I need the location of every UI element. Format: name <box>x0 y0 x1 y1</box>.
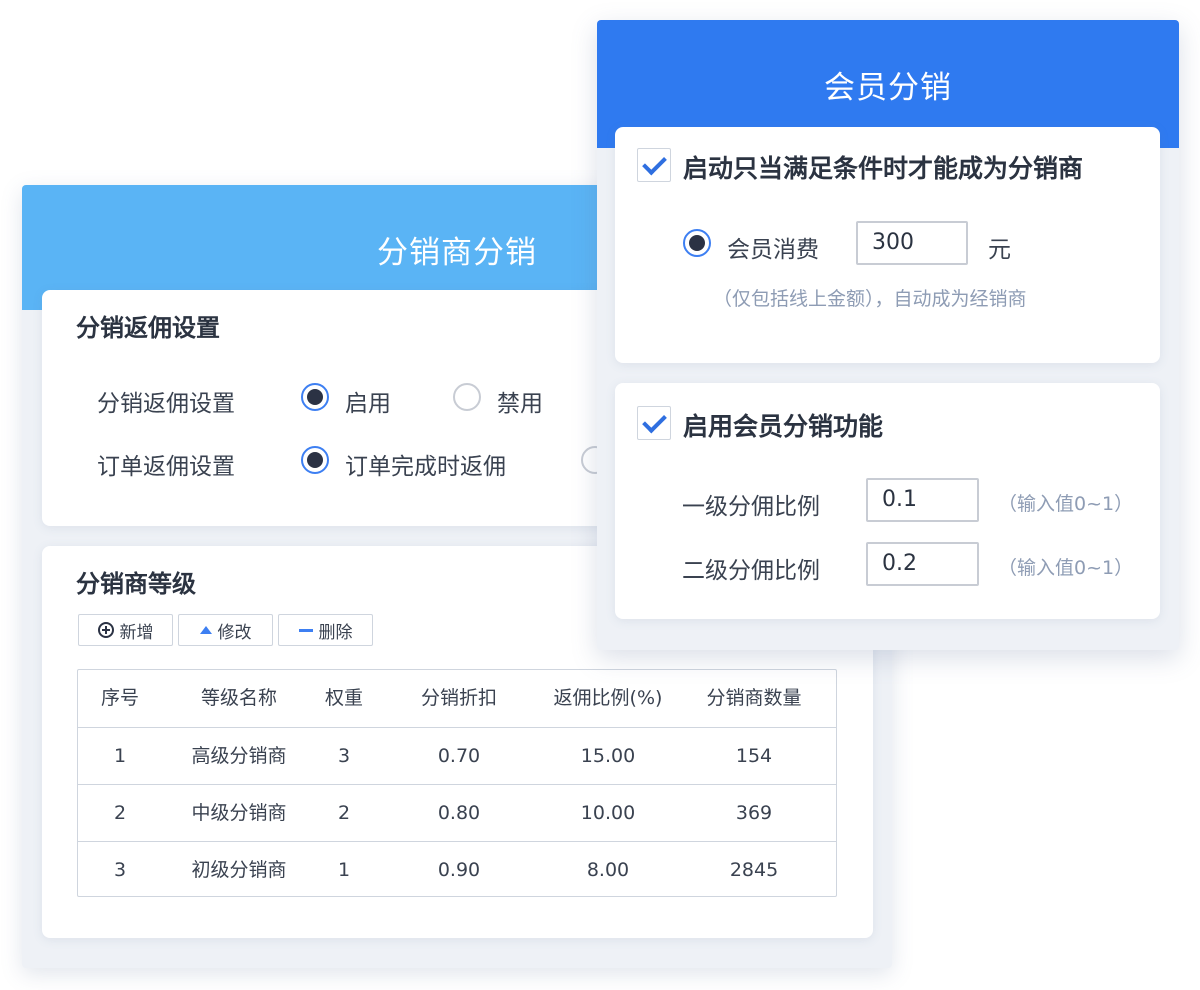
table-header-row: 序号 等级名称 权重 分销折扣 返佣比例(%) 分销商数量 <box>78 670 836 727</box>
member-spend-label[interactable]: 会员消费 <box>727 230 819 264</box>
commission-settings-title: 分销返佣设置 <box>76 314 220 342</box>
member-distribution-checkbox[interactable] <box>637 406 671 440</box>
table-cell: 154 <box>735 745 773 767</box>
table-cell: 初级分销商 <box>191 859 287 881</box>
member-panel: 会员分销 启动只当满足条件时才能成为分销商 会员消费 300 元 （仅包括线上金… <box>597 20 1179 650</box>
table-cell: 8.00 <box>586 859 630 881</box>
table-cell: 369 <box>735 802 773 824</box>
level2-ratio-input[interactable]: 0.2 <box>866 542 979 586</box>
table-cell: 1 <box>337 859 351 881</box>
delete-button[interactable]: 删除 <box>278 614 373 646</box>
member-spend-radio[interactable] <box>683 229 711 257</box>
table-cell: 2 <box>113 802 127 824</box>
column-header: 分销商数量 <box>706 687 802 709</box>
circle-plus-icon <box>97 622 114 638</box>
order-commission-label: 订单返佣设置 <box>97 454 235 480</box>
column-header: 返佣比例(%) <box>553 687 663 709</box>
table-cell: 中级分销商 <box>191 802 287 824</box>
commission-setting-label: 分销返佣设置 <box>97 391 235 417</box>
table-cell: 10.00 <box>580 802 636 824</box>
table-cell: 0.70 <box>437 745 481 767</box>
spend-amount-input[interactable]: 300 <box>856 221 968 265</box>
enable-radio[interactable] <box>301 383 329 411</box>
table-cell: 2 <box>337 802 351 824</box>
table-cell: 2845 <box>729 859 779 881</box>
column-header: 权重 <box>324 687 363 709</box>
column-header: 序号 <box>100 687 139 709</box>
delete-button-label: 删除 <box>318 622 353 643</box>
order-complete-radio[interactable] <box>301 446 329 474</box>
member-panel-title: 会员分销 <box>824 70 952 106</box>
table-row[interactable]: 3 初级分销商 1 0.90 8.00 2845 <box>78 841 836 899</box>
distributor-levels-title: 分销商等级 <box>76 570 196 598</box>
table-cell: 15.00 <box>580 745 636 767</box>
enable-radio-label[interactable]: 启用 <box>345 384 391 418</box>
condition-checkbox[interactable] <box>637 148 671 182</box>
distributor-panel-title: 分销商分销 <box>377 235 537 271</box>
distributor-levels-table: 序号 等级名称 权重 分销折扣 返佣比例(%) 分销商数量 1 高级分销商 3 … <box>77 669 837 897</box>
column-header: 等级名称 <box>200 687 277 709</box>
table-row[interactable]: 2 中级分销商 2 0.80 10.00 369 <box>78 784 836 842</box>
condition-checkbox-label[interactable]: 启动只当满足条件时才能成为分销商 <box>683 149 1083 185</box>
table-cell: 0.80 <box>437 802 481 824</box>
condition-card: 启动只当满足条件时才能成为分销商 会员消费 300 元 （仅包括线上金额），自动… <box>615 127 1160 363</box>
add-button-label: 新增 <box>119 622 154 643</box>
condition-hint: （仅包括线上金额），自动成为经销商 <box>713 288 1027 310</box>
column-header: 分销折扣 <box>420 687 497 709</box>
table-cell: 1 <box>113 745 127 767</box>
table-row[interactable]: 1 高级分销商 3 0.70 15.00 154 <box>78 727 836 785</box>
edit-button-label: 修改 <box>217 622 252 643</box>
level1-ratio-hint: （输入值0~1） <box>998 493 1134 515</box>
add-button[interactable]: 新增 <box>78 614 173 646</box>
triangle-up-icon <box>199 626 212 634</box>
level1-ratio-label: 一级分佣比例 <box>682 494 820 520</box>
table-cell: 高级分销商 <box>191 745 287 767</box>
order-complete-radio-label[interactable]: 订单完成时返佣 <box>345 447 506 481</box>
level1-ratio-input[interactable]: 0.1 <box>866 478 979 522</box>
edit-button[interactable]: 修改 <box>178 614 273 646</box>
table-cell: 3 <box>337 745 351 767</box>
minus-icon <box>298 628 313 632</box>
level2-ratio-label: 二级分佣比例 <box>682 558 820 584</box>
member-distribution-card: 启用会员分销功能 一级分佣比例 0.1 （输入值0~1） 二级分佣比例 0.2 … <box>615 383 1160 619</box>
disable-radio[interactable] <box>453 383 481 411</box>
level2-ratio-hint: （输入值0~1） <box>998 557 1134 579</box>
disable-radio-label[interactable]: 禁用 <box>497 384 543 418</box>
currency-unit: 元 <box>988 237 1011 263</box>
member-distribution-label[interactable]: 启用会员分销功能 <box>683 407 883 443</box>
table-cell: 0.90 <box>437 859 481 881</box>
table-cell: 3 <box>113 859 127 881</box>
